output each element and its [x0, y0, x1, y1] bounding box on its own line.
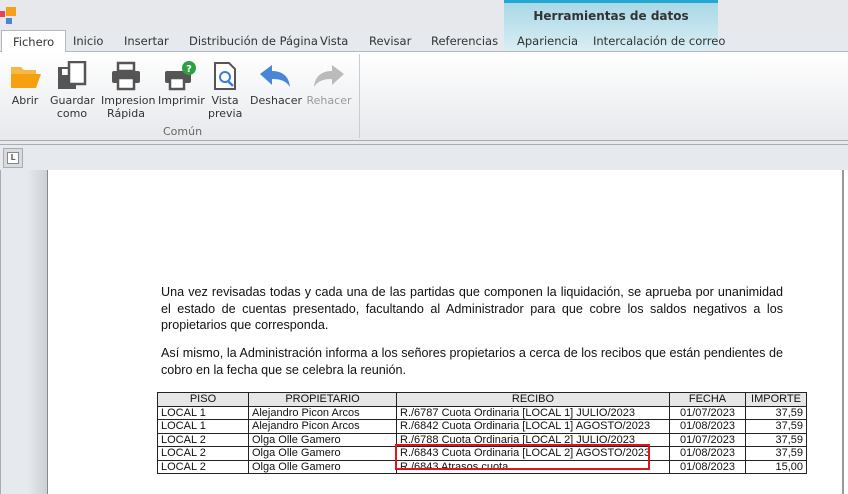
- svg-text:?: ?: [186, 64, 192, 75]
- cell-fecha: 01/07/2023: [669, 405, 746, 420]
- table-row: LOCAL 2 Olga Olle Gamero R./6843 Cuota Ord…: [157, 446, 807, 461]
- vista-label: Vista: [211, 94, 239, 107]
- receipts-table: PISO PROPIETARIO RECIBO FECHA IMPORTE LO…: [157, 392, 807, 474]
- cell-fecha: 01/08/2023: [669, 459, 746, 474]
- cell-piso: LOCAL 1: [157, 419, 249, 434]
- impresion-rapida-button[interactable]: Impresion Rápida: [101, 58, 156, 120]
- deshacer-button[interactable]: Deshacer: [250, 58, 303, 107]
- cell-importe: 37,59: [745, 405, 807, 420]
- cell-propietario: Alejandro Picon Arcos: [248, 419, 397, 434]
- table-row: LOCAL 1 Alejandro Picon Arcos R./6787 Cuot…: [157, 405, 807, 420]
- cell-importe: 37,59: [745, 446, 807, 461]
- tab-vista[interactable]: Vista: [320, 30, 348, 52]
- cell-piso: LOCAL 2: [157, 432, 249, 447]
- table-row: LOCAL 2 Olga Olle Gamero R./6843 Atrasos c…: [157, 459, 807, 474]
- context-tab-title: Herramientas de datos: [533, 9, 689, 23]
- title-bar: [0, 0, 848, 30]
- tab-distribucion[interactable]: Distribución de Página: [189, 30, 318, 52]
- ruler-bar: L: [0, 144, 848, 170]
- header-importe: IMPORTE: [745, 392, 807, 407]
- cell-propietario: Olga Olle Gamero: [248, 459, 397, 474]
- cell-recibo: R./6843 Atrasos cuota: [396, 459, 670, 474]
- tab-referencias[interactable]: Referencias: [431, 30, 498, 52]
- cell-recibo: R./6843 Cuota Ordinaria [LOCAL 2] AGOSTO…: [396, 446, 670, 461]
- cell-propietario: Olga Olle Gamero: [248, 446, 397, 461]
- tab-fichero[interactable]: Fichero: [1, 30, 67, 53]
- paragraph-2: Así mismo, la Administración informa a l…: [161, 346, 783, 377]
- ribbon-tabs: Fichero Inicio Insertar Distribución de …: [0, 30, 848, 53]
- undo-icon: [250, 58, 300, 94]
- rehacer-label: Rehacer: [306, 94, 352, 107]
- imprimir-label: Imprimir: [158, 94, 205, 107]
- impresion-label-2: Rápida: [107, 107, 145, 120]
- save-as-icon: [50, 58, 94, 94]
- table-row: LOCAL 2 Olga Olle Gamero R./6788 Cuota Ord…: [157, 432, 807, 447]
- guardar-como-button[interactable]: Guardar como: [50, 58, 95, 120]
- tab-stop-selector[interactable]: L: [3, 148, 23, 168]
- impresion-label: Impresion: [101, 94, 156, 107]
- cell-piso: LOCAL 2: [157, 446, 249, 461]
- print-help-icon: ?: [158, 58, 202, 94]
- ribbon: Abrir Guardar como Impresion Rápida ? Impr…: [0, 52, 848, 141]
- guardar-label: Guardar: [50, 94, 95, 107]
- cell-fecha: 01/08/2023: [669, 419, 746, 434]
- cell-piso: LOCAL 2: [157, 459, 249, 474]
- cell-propietario: Olga Olle Gamero: [248, 432, 397, 447]
- abrir-button[interactable]: Abrir: [8, 58, 42, 107]
- group-separator: [359, 54, 360, 138]
- tab-apariencia[interactable]: Apariencia: [517, 30, 578, 52]
- tab-insertar[interactable]: Insertar: [124, 30, 169, 52]
- abrir-label: Abrir: [11, 94, 39, 107]
- cell-recibo: R./6788 Cuota Ordinaria [LOCAL 2] JULIO/…: [396, 432, 670, 447]
- cell-importe: 37,59: [745, 419, 807, 434]
- redo-icon: [306, 58, 352, 94]
- vertical-ruler: [0, 170, 48, 494]
- cell-propietario: Alejandro Picon Arcos: [248, 405, 397, 420]
- paragraph-1: Una vez revisadas todas y cada una de la…: [161, 285, 783, 332]
- table-row: LOCAL 1 Alejandro Picon Arcos R./6842 Cuot…: [157, 419, 807, 434]
- page-edge: [842, 170, 848, 494]
- table-header: PISO PROPIETARIO RECIBO FECHA IMPORTE: [157, 392, 807, 407]
- cell-piso: LOCAL 1: [157, 405, 249, 420]
- cell-recibo: R./6842 Cuota Ordinaria [LOCAL 1] AGOSTO…: [396, 419, 670, 434]
- folder-icon: [8, 58, 42, 94]
- tab-inicio[interactable]: Inicio: [73, 30, 103, 52]
- tab-revisar[interactable]: Revisar: [369, 30, 411, 52]
- guardar-label-2: como: [56, 107, 88, 120]
- rehacer-button[interactable]: Rehacer: [306, 58, 352, 107]
- header-propietario: PROPIETARIO: [248, 392, 397, 407]
- deshacer-label: Deshacer: [250, 94, 303, 107]
- vista-label-2: previa: [208, 107, 243, 120]
- preview-icon: [208, 58, 242, 94]
- printer-icon: [101, 58, 151, 94]
- cell-importe: 37,59: [745, 432, 807, 447]
- imprimir-button[interactable]: ? Imprimir: [158, 58, 205, 107]
- cell-fecha: 01/08/2023: [669, 446, 746, 461]
- header-fecha: FECHA: [669, 392, 746, 407]
- group-label-comun: Común: [163, 125, 203, 138]
- cell-recibo: R./6787 Cuota Ordinaria [LOCAL 1] JULIO/…: [396, 405, 670, 420]
- header-recibo: RECIBO: [396, 392, 670, 407]
- tab-intercalacion[interactable]: Intercalación de correo: [593, 30, 725, 52]
- vista-previa-button[interactable]: Vista previa: [208, 58, 242, 120]
- header-piso: PISO: [157, 392, 249, 407]
- cell-fecha: 01/07/2023: [669, 432, 746, 447]
- tab-stop-left-icon: L: [7, 152, 19, 164]
- app-logo-icon: [0, 6, 16, 24]
- cell-importe: 15,00: [745, 459, 807, 474]
